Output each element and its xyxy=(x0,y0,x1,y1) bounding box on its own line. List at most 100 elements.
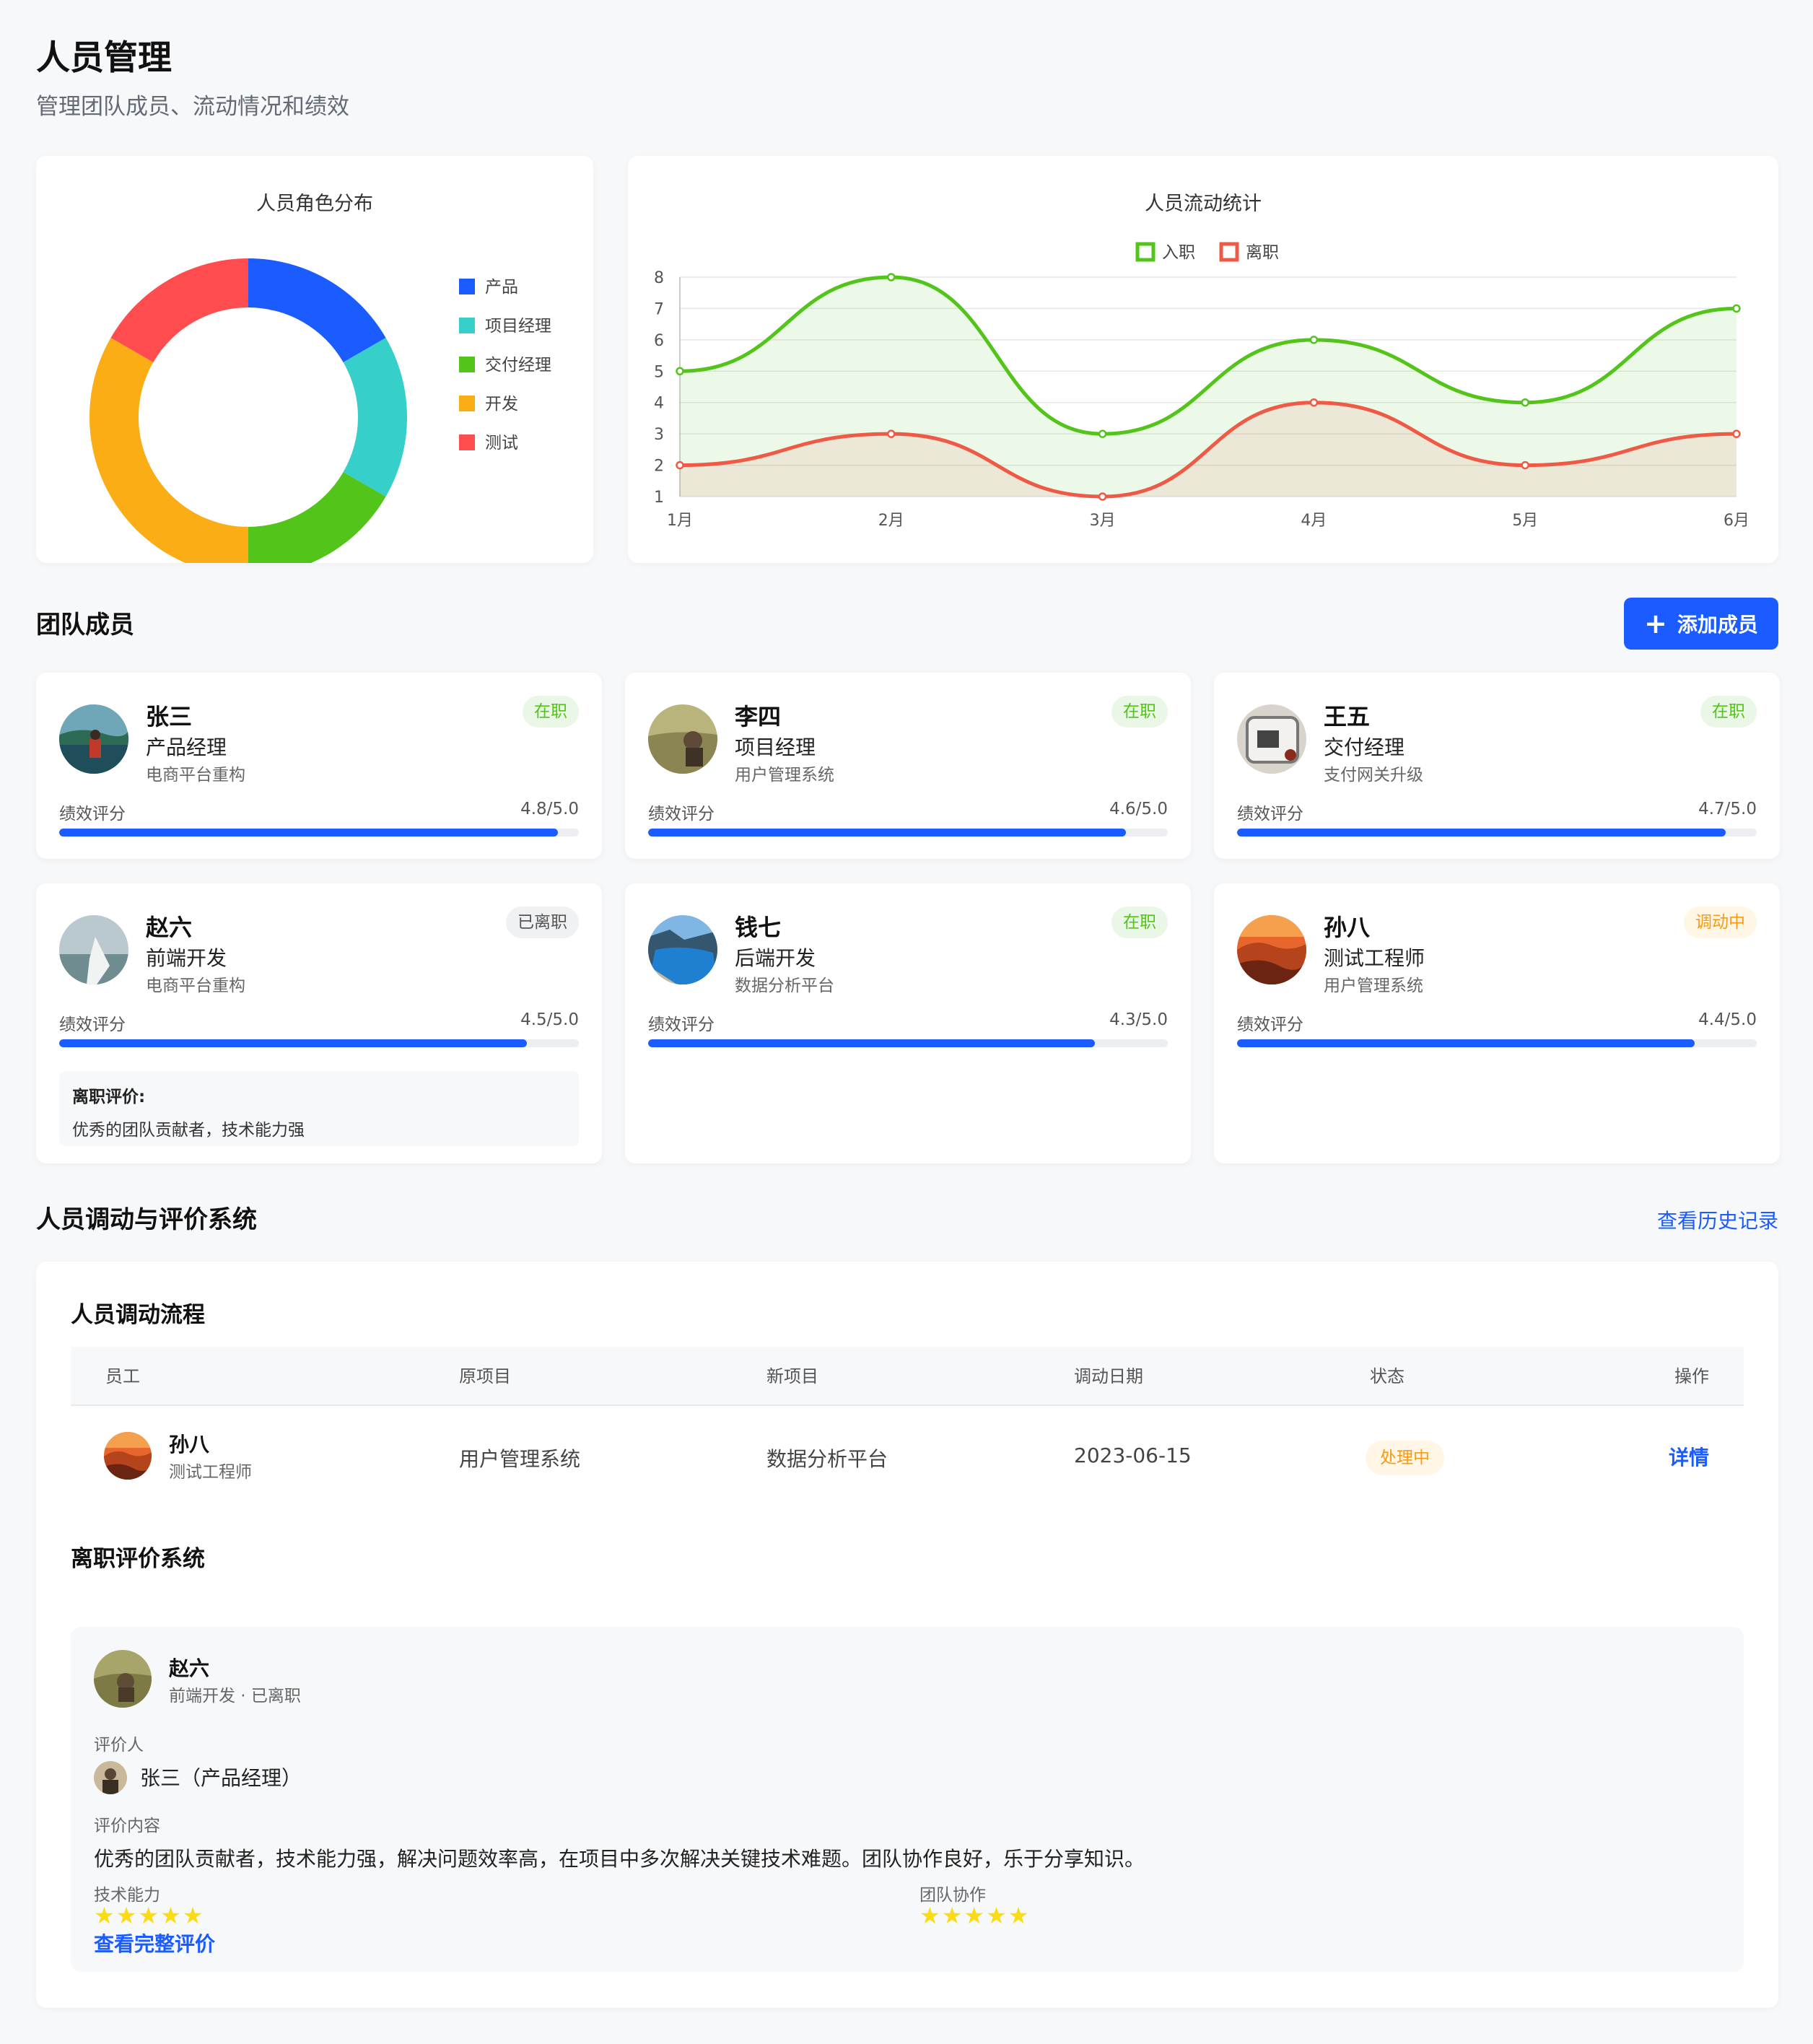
data-point[interactable] xyxy=(1098,429,1107,438)
page: 人员管理 管理团队成员、流动情况和绩效 人员角色分布 产品 项目经理 交付经理 开发测… xyxy=(36,35,1780,2008)
star-rating-teamwork: ★★★★★ xyxy=(919,1902,1031,1929)
donut-slice[interactable] xyxy=(89,338,248,563)
member-card[interactable]: 孙八 测试工程师 用户管理系统 调动中 绩效评分 4.4/5.0 xyxy=(1214,883,1780,1163)
performance-bar-fill xyxy=(648,1039,1096,1047)
column-header: 员工 xyxy=(105,1366,140,1386)
x-tick-label: 5月 xyxy=(1512,512,1538,530)
x-tick-label: 6月 xyxy=(1724,512,1749,530)
member-card[interactable]: 赵六 前端开发 电商平台重构 已离职 绩效评分 4.5/5.0 离职评价: 优秀… xyxy=(36,883,602,1163)
x-tick-label: 4月 xyxy=(1301,512,1327,530)
y-tick-label: 6 xyxy=(654,332,664,350)
detail-link[interactable]: 详情 xyxy=(1669,1442,1709,1471)
table-header: 员工 原项目 新项目 调动日期 状态 操作 xyxy=(71,1347,1744,1406)
y-tick-label: 4 xyxy=(654,395,664,413)
evaluator-name: 张三（产品经理） xyxy=(140,1766,302,1790)
content-label: 评价内容 xyxy=(94,1817,160,1835)
evaluation-box: 赵六 前端开发 · 已离职 评价人 张三（产品经理） 评价内容 优秀的团队贡献者… xyxy=(71,1627,1744,1972)
member-name: 钱七 xyxy=(735,914,782,941)
add-member-button[interactable]: + 添加成员 xyxy=(1624,598,1778,650)
legend-label[interactable]: 产品 xyxy=(485,278,518,297)
data-point[interactable] xyxy=(887,273,896,281)
member-name: 张三 xyxy=(146,703,193,730)
avatar xyxy=(59,915,128,984)
member-name: 李四 xyxy=(735,703,782,730)
page-title: 人员管理 xyxy=(36,38,172,78)
performance-bar-fill xyxy=(1237,1039,1695,1047)
table-row: 孙八 测试工程师 用户管理系统 数据分析平台 2023-06-15 处理中 详情 xyxy=(71,1406,1744,1507)
performance-score: 4.8/5.0 xyxy=(520,800,579,818)
performance-score: 4.3/5.0 xyxy=(1109,1010,1168,1029)
member-card[interactable]: 张三 产品经理 电商平台重构 在职 绩效评分 4.8/5.0 xyxy=(36,673,602,859)
member-role: 测试工程师 xyxy=(1324,946,1425,970)
performance-label: 绩效评分 xyxy=(648,1016,715,1034)
plus-icon: + xyxy=(1644,608,1667,639)
legend-label[interactable]: 项目经理 xyxy=(485,317,551,336)
column-header: 新项目 xyxy=(766,1366,818,1386)
data-point[interactable] xyxy=(1732,304,1741,313)
legend-label[interactable]: 交付经理 xyxy=(485,356,551,375)
avatar xyxy=(648,704,717,774)
column-header: 操作 xyxy=(1674,1366,1709,1386)
y-tick-label: 1 xyxy=(654,489,664,507)
add-member-label: 添加成员 xyxy=(1677,613,1758,637)
performance-score: 4.5/5.0 xyxy=(520,1010,579,1029)
legend-label[interactable]: 离职 xyxy=(1246,243,1279,262)
full-evaluation-link[interactable]: 查看完整评价 xyxy=(94,1929,215,1957)
y-tick-label: 7 xyxy=(654,300,664,318)
role-distribution-card: 人员角色分布 产品 项目经理 交付经理 开发 测试 xyxy=(36,156,593,563)
member-role: 项目经理 xyxy=(735,735,816,759)
legend-label[interactable]: 开发 xyxy=(485,395,518,414)
status-badge: 在职 xyxy=(1700,696,1757,728)
member-card[interactable]: 钱七 后端开发 数据分析平台 在职 绩效评分 4.3/5.0 xyxy=(625,883,1191,1163)
performance-score: 4.6/5.0 xyxy=(1109,800,1168,818)
legend-swatch xyxy=(1135,242,1155,262)
data-point[interactable] xyxy=(887,429,896,438)
x-tick-label: 3月 xyxy=(1090,512,1116,530)
donut-slice[interactable] xyxy=(248,258,386,362)
evaluated-role: 前端开发 · 已离职 xyxy=(169,1687,301,1705)
performance-label: 绩效评分 xyxy=(59,805,126,824)
data-point[interactable] xyxy=(676,460,684,470)
history-link[interactable]: 查看历史记录 xyxy=(1657,1205,1778,1234)
legend-label[interactable]: 入职 xyxy=(1162,243,1195,262)
legend-swatch xyxy=(459,279,475,294)
data-point[interactable] xyxy=(1098,492,1107,501)
performance-bar xyxy=(59,1039,579,1047)
x-tick-label: 1月 xyxy=(667,512,693,530)
member-role: 后端开发 xyxy=(735,946,816,970)
performance-bar xyxy=(648,829,1168,837)
performance-label: 绩效评分 xyxy=(1237,1016,1303,1034)
donut-slice[interactable] xyxy=(110,258,248,362)
donut-slice[interactable] xyxy=(248,472,386,563)
data-point[interactable] xyxy=(1309,336,1319,344)
performance-score: 4.7/5.0 xyxy=(1698,800,1757,818)
legend-label[interactable]: 测试 xyxy=(485,434,518,453)
status-badge: 调动中 xyxy=(1684,907,1757,938)
member-project: 支付网关升级 xyxy=(1324,766,1423,785)
data-point[interactable] xyxy=(1521,460,1529,470)
system-heading: 人员调动与评价系统 xyxy=(36,1205,257,1234)
data-point[interactable] xyxy=(1732,429,1741,438)
member-role: 产品经理 xyxy=(146,735,227,759)
line-chart: 1 2 3 4 5 6 7 8 1月 2月 3月 4月 5月 6月 入职 离职 xyxy=(654,242,1749,530)
performance-label: 绩效评分 xyxy=(1237,805,1303,824)
data-point[interactable] xyxy=(1521,398,1529,407)
avatar xyxy=(94,1761,127,1794)
legend-swatch xyxy=(459,396,475,411)
member-card[interactable]: 王五 交付经理 支付网关升级 在职 绩效评分 4.7/5.0 xyxy=(1214,673,1780,859)
member-card[interactable]: 李四 项目经理 用户管理系统 在职 绩效评分 4.6/5.0 xyxy=(625,673,1191,859)
data-point[interactable] xyxy=(676,367,684,376)
performance-bar xyxy=(1237,1039,1757,1047)
donut-slice[interactable] xyxy=(343,338,407,497)
x-tick-label: 2月 xyxy=(878,512,904,530)
performance-bar-fill xyxy=(59,1039,527,1047)
data-point[interactable] xyxy=(1309,398,1319,407)
performance-bar xyxy=(59,829,579,837)
performance-bar xyxy=(648,1039,1168,1047)
performance-label: 绩效评分 xyxy=(59,1016,126,1034)
status-badge: 已离职 xyxy=(506,907,579,938)
member-name: 赵六 xyxy=(146,914,193,941)
leave-comment-text: 优秀的团队贡献者，技术能力强 xyxy=(72,1121,305,1140)
performance-bar-fill xyxy=(59,829,559,837)
member-project: 用户管理系统 xyxy=(1324,977,1423,995)
